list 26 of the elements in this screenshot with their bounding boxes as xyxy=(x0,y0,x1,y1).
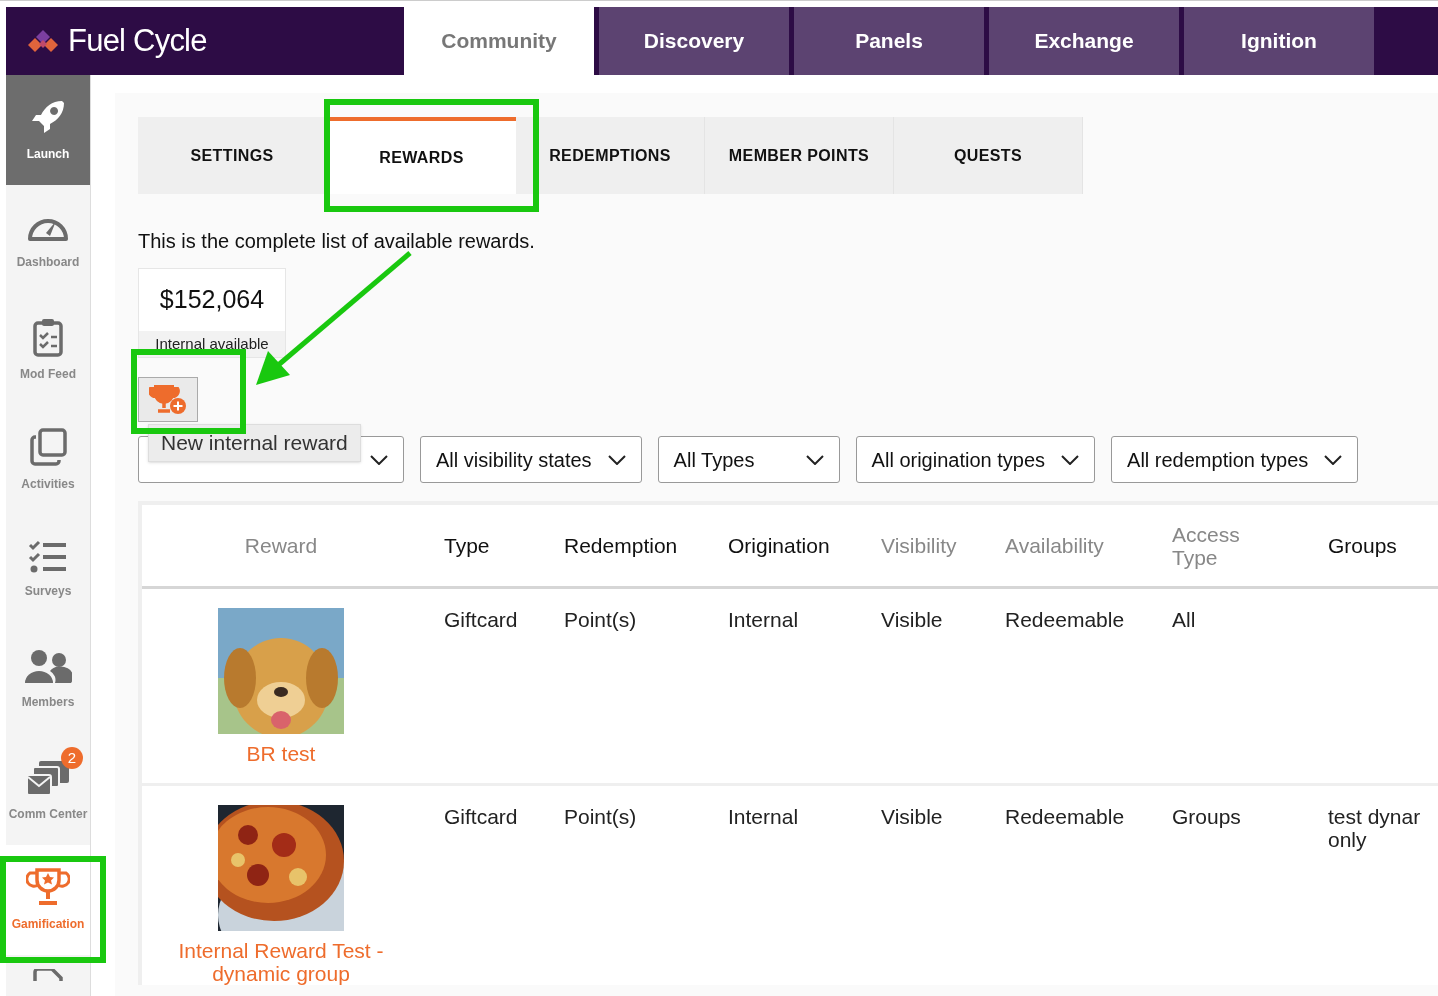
column-header: Reward xyxy=(243,534,319,557)
column-header: Visibility xyxy=(880,534,958,557)
table-cell-text: Visible xyxy=(880,805,944,830)
column-header: Type xyxy=(443,534,491,557)
intro-text: This is the complete list of available rewards. xyxy=(138,229,536,254)
table-cell-text: test dynar only xyxy=(1327,805,1422,853)
table-cell-text: Internal xyxy=(727,608,800,633)
column-header: Redemption xyxy=(563,534,679,557)
notification-badge: 2 xyxy=(61,747,83,769)
column-header: Access Type xyxy=(1171,522,1241,569)
table-cell-text: Giftcard xyxy=(443,805,519,830)
column-header: Availability xyxy=(1004,534,1105,557)
table-cell-text: Groups xyxy=(1171,805,1242,830)
table-cell-text: All xyxy=(1171,608,1197,633)
balance-amount: $152,064 xyxy=(158,284,266,315)
column-header: Groups xyxy=(1327,534,1398,557)
column-header: Origination xyxy=(727,534,831,557)
table-cell-text: Visible xyxy=(880,608,944,633)
tooltip: New internal reward xyxy=(148,424,361,462)
brand-name: Fuel Cycle xyxy=(68,21,207,60)
table-cell-text: Point(s) xyxy=(563,805,638,830)
table-cell-text: Redeemable xyxy=(1004,608,1126,633)
table-cell-text: Redeemable xyxy=(1004,805,1126,830)
table-cell-text: Giftcard xyxy=(443,608,519,633)
table-cell-text: Internal xyxy=(727,805,800,830)
table-cell-text: Point(s) xyxy=(563,608,638,633)
